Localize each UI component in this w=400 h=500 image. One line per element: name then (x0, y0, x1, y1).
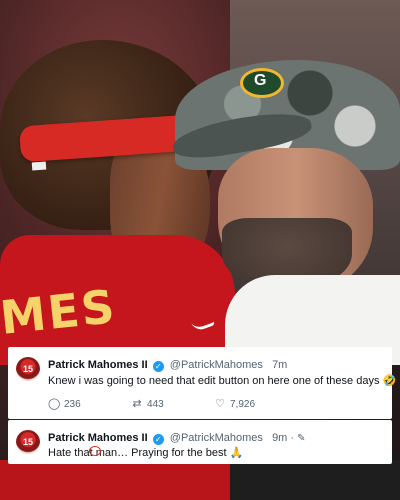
tweet-text: Hate that man… Praying for the best 🙏 (48, 447, 244, 459)
tweet-card[interactable]: 15 Patrick Mahomes II ✓ @PatrickMahomes … (8, 347, 396, 419)
bottom-red-jersey (0, 460, 250, 500)
handle[interactable]: @PatrickMahomes (170, 359, 263, 371)
avatar-number: 15 (22, 437, 33, 447)
verified-badge-icon: ✓ (152, 434, 164, 445)
tweet-text: Knew i was going to need that edit butto… (48, 375, 397, 387)
timestamp[interactable]: 7m (272, 359, 287, 371)
tweet-header: Patrick Mahomes II ✓ @PatrickMahomes 7m (48, 359, 287, 372)
avatar[interactable]: 15 (16, 357, 40, 381)
headband-logo (31, 161, 47, 171)
reply-button[interactable]: ◯ 236 (48, 397, 81, 410)
tweet-header: Patrick Mahomes II ✓ @PatrickMahomes 9m … (48, 432, 306, 445)
packers-logo-letter: G (254, 72, 267, 89)
handle[interactable]: @PatrickMahomes (170, 432, 263, 444)
timestamp[interactable]: 9m (272, 432, 287, 444)
retweet-count: 443 (147, 399, 164, 410)
reply-icon: ◯ (48, 398, 61, 410)
tweet-actions: ◯ 236 ⇄ 443 ♡ 7,926 (48, 397, 288, 411)
reply-count: 236 (64, 399, 81, 410)
tweet-card[interactable]: 15 Patrick Mahomes II ✓ @PatrickMahomes … (8, 420, 392, 464)
like-button[interactable]: ♡ 7,926 (214, 397, 255, 410)
display-name[interactable]: Patrick Mahomes II (48, 432, 148, 444)
edit-pencil-icon[interactable]: ✎ (297, 433, 305, 444)
like-count: 7,926 (230, 399, 256, 410)
bottom-dark-area (230, 460, 400, 500)
verified-badge-icon: ✓ (152, 361, 164, 372)
heart-icon: ♡ (215, 398, 225, 410)
separator-dot: · (290, 432, 295, 444)
retweet-icon: ⇄ (132, 398, 142, 410)
avatar-number: 15 (22, 364, 33, 374)
retweet-button[interactable]: ⇄ 443 (131, 397, 164, 410)
display-name[interactable]: Patrick Mahomes II (48, 359, 148, 371)
avatar[interactable]: 15 (16, 430, 40, 454)
